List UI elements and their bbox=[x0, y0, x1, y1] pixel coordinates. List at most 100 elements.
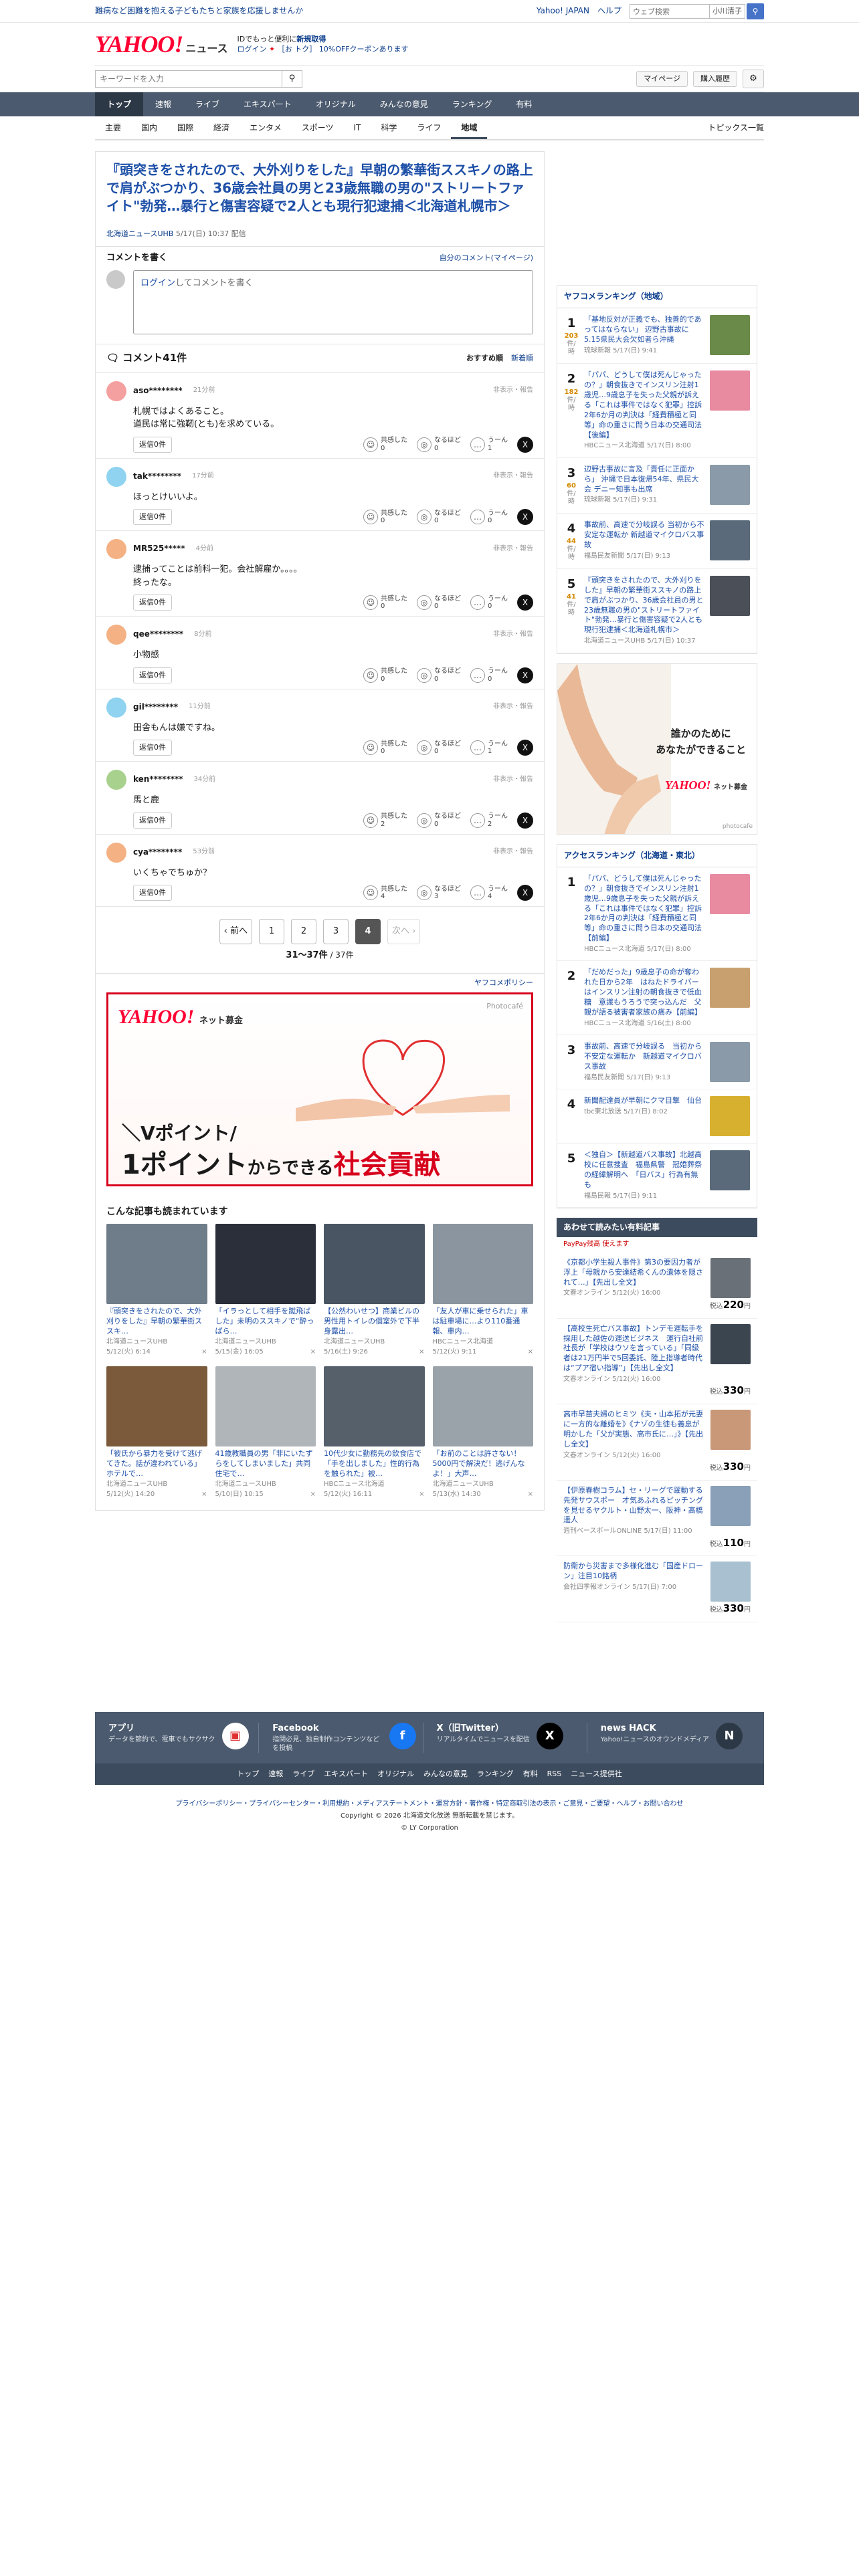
x-share-icon[interactable]: X bbox=[517, 740, 533, 756]
reaction-empathy-button[interactable]: ☺ 共感した 0 bbox=[363, 510, 407, 525]
report-link[interactable]: 非表示・報告 bbox=[493, 544, 533, 554]
related-item[interactable]: 10代少女に勤務先の飲食店で「手を出しました」性的行為を触られた」被… HBCニュ… bbox=[324, 1366, 425, 1499]
paid-item[interactable]: 【高校生死亡バス事故】トンデモ運転手を採用した越佐の運送ビジネス 運行自社前社長… bbox=[557, 1319, 757, 1405]
paid-item[interactable]: 《京都小学生殺人事件》第3の要因力者が浮上「母親から安達結希くんの遺体を隠されて… bbox=[557, 1253, 757, 1319]
related-item[interactable]: 「彼氏から暴力を受けて逃げてきた。話が違われている」ホテルで… 北海道ニュースUH… bbox=[106, 1366, 207, 1499]
register-link[interactable]: 新規取得 bbox=[296, 35, 326, 43]
reaction-empathy-button[interactable]: ☺ 共感した 0 bbox=[363, 595, 407, 611]
report-link[interactable]: 非表示・報告 bbox=[493, 386, 533, 396]
ranking-item[interactable]: 1 203 件/時 「基地反対が正義でも、独善的であってはならない」 辺野古事故に5.… bbox=[557, 308, 757, 364]
reaction-empathy-button[interactable]: ☺ 共感した 0 bbox=[363, 740, 407, 756]
cnav-item[interactable]: 主要 bbox=[95, 116, 131, 139]
x-share-icon[interactable]: X bbox=[517, 595, 533, 611]
x-share-icon[interactable]: X bbox=[517, 509, 533, 526]
donation-ad-banner[interactable]: YAHOO! ネット募金 Photocafé ＼Vポイント/ 1ポイントからでき… bbox=[106, 992, 533, 1186]
report-link[interactable]: 非表示・報告 bbox=[493, 630, 533, 640]
reply-button[interactable]: 返信0件 bbox=[133, 595, 172, 611]
ranking-item[interactable]: 5 41 件/時 『頭突きをされたので、大外刈りをした』早朝の繁華街ススキノの路上で肩… bbox=[557, 569, 757, 653]
sort-recommend[interactable]: おすすめ順 bbox=[466, 353, 503, 364]
related-item[interactable]: 【公然わいせつ】商業ビルの男性用トイレの個室外で下半身露出… 北海道ニュースUHB… bbox=[324, 1224, 425, 1357]
promo-link[interactable]: 難病など困難を抱える子どもたちと家族を応援しませんか bbox=[95, 5, 303, 17]
close-icon[interactable]: × bbox=[528, 1490, 533, 1500]
reaction-hmm-button[interactable]: … うーん 1 bbox=[470, 740, 508, 756]
side-donation-ad[interactable]: 誰かのために あなたができること YAHOO! ネット募金 photocafe bbox=[557, 663, 757, 835]
footer-link[interactable]: ライブ bbox=[292, 1769, 314, 1780]
cnav-item[interactable]: 国際 bbox=[167, 116, 203, 139]
related-item[interactable]: 『頭突きをされたので、大外刈りをした』早朝の繁華街ススキ… 北海道ニュースUHB 5… bbox=[106, 1224, 207, 1357]
cnav-item[interactable]: エンタメ bbox=[240, 116, 292, 139]
ranking-item[interactable]: 4 44 件/時 事故前、高速で分岐誤る 当初から不安定な運転か 新越道マイクロバス事… bbox=[557, 514, 757, 570]
reaction-hmm-button[interactable]: … うーん 0 bbox=[470, 667, 508, 683]
topics-list-link[interactable]: トピックス一覧 bbox=[708, 116, 764, 139]
legal-links[interactable]: プライバシーポリシー・プライバシーセンター・利用規約・メディアステートメント・運… bbox=[95, 1798, 764, 1810]
ranking-item[interactable]: 3 事故前、高速で分岐誤る 当初から不安定な運転か 新越道マイクロバス事故 福島民友… bbox=[557, 1035, 757, 1090]
gnav-item[interactable]: ライブ bbox=[183, 92, 231, 116]
reply-button[interactable]: 返信0件 bbox=[133, 436, 172, 453]
page-2-button[interactable]: 2 bbox=[291, 919, 316, 945]
footer-app-3[interactable]: news HACK Yahoo!ニュースのオウンドメディア N bbox=[601, 1723, 751, 1753]
reply-button[interactable]: 返信0件 bbox=[133, 667, 172, 683]
gnav-item[interactable]: 速報 bbox=[143, 92, 183, 116]
reaction-empathy-button[interactable]: ☺ 共感した 4 bbox=[363, 885, 407, 901]
footer-app-0[interactable]: アプリ データを節約で、電車でもサクサク ▣ bbox=[108, 1723, 260, 1753]
gnav-item[interactable]: みんなの意見 bbox=[368, 92, 440, 116]
footer-app-2[interactable]: X（旧Twitter） リアルタイムでニュースを配信 X bbox=[437, 1723, 587, 1753]
article-headline[interactable]: 『頭突きをされたので、大外刈りをした』早朝の繁華街ススキノの路上で肩がぶつかり、… bbox=[106, 161, 533, 215]
ranking-item[interactable]: 5 ＜独自＞【新越道バス事故】北越高校に任意捜査 福島県警 冠婚葬祭の経緯解明へ … bbox=[557, 1144, 757, 1208]
reaction-agree-button[interactable]: ◎ なるほど 0 bbox=[417, 595, 461, 611]
ranking-item[interactable]: 2 「だめだった」9歳息子の命が奪われた日から2年 はねたドライバーはインスリン注… bbox=[557, 961, 757, 1036]
cnav-item[interactable]: 国内 bbox=[131, 116, 167, 139]
reaction-empathy-button[interactable]: ☺ 共感した 0 bbox=[363, 437, 407, 452]
report-link[interactable]: 非表示・報告 bbox=[493, 702, 533, 712]
related-item[interactable]: 「友人が車に乗せられた」車は駐車場に…より110番通報、車内… HBCニュース北海… bbox=[432, 1224, 533, 1357]
article-source[interactable]: 北海道ニュースUHB bbox=[106, 229, 173, 238]
footer-link[interactable]: 速報 bbox=[268, 1769, 283, 1780]
reaction-hmm-button[interactable]: … うーん 1 bbox=[470, 437, 508, 452]
close-icon[interactable]: × bbox=[419, 1490, 424, 1500]
page-1-button[interactable]: 1 bbox=[259, 919, 284, 945]
reaction-agree-button[interactable]: ◎ なるほど 0 bbox=[417, 667, 461, 683]
ranking-item[interactable]: 4 新聞配達員が早朝にクマ目撃 仙台 tbc東北放送 5/17(日) 8:02 bbox=[557, 1089, 757, 1144]
reaction-hmm-button[interactable]: … うーん 4 bbox=[470, 885, 508, 901]
footer-app-1[interactable]: Facebook 指関必見、独自制作コンテンツなどを投稿 f bbox=[272, 1723, 423, 1753]
reply-button[interactable]: 返信0件 bbox=[133, 740, 172, 756]
cnav-item[interactable]: 地域 bbox=[451, 116, 488, 139]
close-icon[interactable]: × bbox=[419, 1348, 424, 1358]
history-button[interactable]: 購入履歴 bbox=[693, 71, 737, 87]
help-link[interactable]: ヘルプ bbox=[597, 5, 622, 17]
comment-input[interactable]: ログインしてコメントを書く bbox=[133, 270, 533, 334]
login-link[interactable]: ログイン bbox=[237, 45, 267, 53]
reply-button[interactable]: 返信0件 bbox=[133, 812, 172, 829]
prev-page-button[interactable]: ‹ 前へ bbox=[219, 919, 252, 945]
gnav-item[interactable]: ランキング bbox=[440, 92, 504, 116]
my-comments-link[interactable]: 自分のコメント(マイページ) bbox=[440, 253, 533, 263]
page-3-button[interactable]: 3 bbox=[323, 919, 349, 945]
footer-link[interactable]: みんなの意見 bbox=[423, 1769, 468, 1780]
ranking-item[interactable]: 1 「パパ、どうして僕は死んじゃったの？」朝食抜きでインスリン注射1歳児…9歳息子… bbox=[557, 867, 757, 962]
cnav-item[interactable]: ライフ bbox=[407, 116, 451, 139]
cnav-item[interactable]: 経済 bbox=[203, 116, 240, 139]
related-item[interactable]: 41歳教職員の男「非にいたずらをしてしまいました」共同住宅で… 北海道ニュースUH… bbox=[215, 1366, 316, 1499]
reaction-agree-button[interactable]: ◎ なるほど 0 bbox=[417, 510, 461, 525]
footer-link[interactable]: 有料 bbox=[523, 1769, 538, 1780]
related-item[interactable]: 「お前のことは許さない！ 5000円で解決だ！逃げんなよ！」大声… 北海道ニュース… bbox=[432, 1366, 533, 1500]
close-icon[interactable]: × bbox=[201, 1348, 207, 1358]
reply-button[interactable]: 返信0件 bbox=[133, 509, 172, 525]
reaction-hmm-button[interactable]: … うーん 0 bbox=[470, 510, 508, 525]
x-share-icon[interactable]: X bbox=[517, 667, 533, 683]
reaction-hmm-button[interactable]: … うーん 2 bbox=[470, 813, 508, 828]
reaction-empathy-button[interactable]: ☺ 共感した 2 bbox=[363, 813, 407, 828]
ranking-item[interactable]: 2 182 件/時 「パパ、どうして僕は死んじゃったの？」朝食抜きでインスリン注射1歳… bbox=[557, 364, 757, 458]
reaction-agree-button[interactable]: ◎ なるほど 0 bbox=[417, 740, 461, 756]
paid-item[interactable]: 防衛から災害まで多様化進む「国産ドローン」注目10銘柄 会社四季報オンライン 5/… bbox=[557, 1556, 757, 1623]
comment-login-link[interactable]: ログイン bbox=[140, 278, 175, 288]
reply-button[interactable]: 返信0件 bbox=[133, 885, 172, 901]
ranking-item[interactable]: 3 60 件/時 辺野古事故に言及「責任に正面から」 沖縄で日本復帰54年、県民大会 … bbox=[557, 458, 757, 514]
cnav-item[interactable]: 科学 bbox=[371, 116, 407, 139]
gnav-item[interactable]: トップ bbox=[95, 92, 144, 116]
footer-link[interactable]: RSS bbox=[547, 1769, 562, 1780]
gnav-item[interactable]: 有料 bbox=[504, 92, 544, 116]
web-search-input[interactable] bbox=[630, 4, 710, 19]
mypage-button[interactable]: マイページ bbox=[636, 71, 688, 87]
report-link[interactable]: 非表示・報告 bbox=[493, 847, 533, 857]
